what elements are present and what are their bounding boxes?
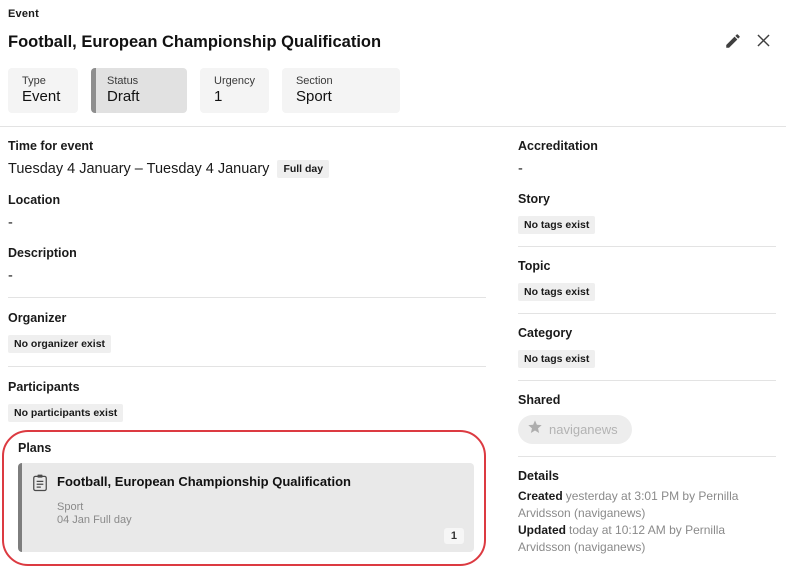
plan-card[interactable]: Football, European Championship Qualific…	[18, 463, 474, 552]
section-category: Category No tags exist	[518, 326, 776, 368]
category-label: Category	[518, 326, 776, 340]
right-column: Accreditation - Story No tags exist Topi…	[518, 139, 778, 566]
location-value: -	[8, 215, 486, 231]
description-value: -	[8, 268, 486, 284]
accreditation-value: -	[518, 161, 776, 177]
close-icon	[754, 31, 773, 53]
plan-card-date: 04 Jan Full day	[57, 514, 462, 526]
full-day-badge: Full day	[277, 160, 329, 178]
plan-count-badge: 1	[444, 528, 464, 544]
plans-label: Plans	[18, 441, 474, 455]
section-time: Time for event Tuesday 4 January – Tuesd…	[8, 139, 486, 178]
section-topic: Topic No tags exist	[518, 259, 776, 301]
section-story: Story No tags exist	[518, 192, 776, 234]
content-columns: Time for event Tuesday 4 January – Tuesd…	[8, 127, 778, 566]
shared-label: Shared	[518, 393, 776, 407]
shared-user-pill: naviganews	[518, 415, 632, 444]
created-label: Created	[518, 489, 563, 503]
time-value: Tuesday 4 January – Tuesday 4 January	[8, 161, 269, 177]
chip-label: Type	[22, 75, 64, 87]
chip-label: Section	[296, 75, 386, 87]
section-details: Details Createdyesterday at 3:01 PM by P…	[518, 469, 776, 556]
participants-label: Participants	[8, 380, 486, 394]
section-accreditation: Accreditation -	[518, 139, 776, 177]
details-label: Details	[518, 469, 776, 483]
no-organizer-badge: No organizer exist	[8, 335, 111, 353]
clipboard-list-icon	[30, 473, 50, 498]
section-description: Description -	[8, 246, 486, 284]
topic-label: Topic	[518, 259, 776, 273]
left-column: Time for event Tuesday 4 January – Tuesd…	[8, 139, 486, 566]
created-line: Createdyesterday at 3:01 PM by Pernilla …	[518, 488, 776, 522]
chip-section: Section Sport	[282, 68, 400, 113]
section-participants: Participants No participants exist	[8, 380, 486, 422]
no-tags-badge: No tags exist	[518, 283, 595, 301]
plan-card-section: Sport	[57, 501, 462, 513]
title-row: Football, European Championship Qualific…	[8, 29, 778, 55]
no-tags-badge: No tags exist	[518, 350, 595, 368]
chip-type: Type Event	[8, 68, 78, 113]
property-chips-row: Type Event Status Draft Urgency 1 Sectio…	[8, 68, 778, 113]
section-shared: Shared naviganews	[518, 393, 776, 444]
plan-card-title: Football, European Championship Qualific…	[57, 473, 351, 489]
star-icon	[527, 419, 543, 440]
chip-value: 1	[214, 88, 255, 105]
pencil-icon	[724, 32, 742, 53]
description-label: Description	[8, 246, 486, 260]
no-participants-badge: No participants exist	[8, 404, 123, 422]
updated-label: Updated	[518, 523, 566, 537]
page-title: Football, European Championship Qualific…	[8, 33, 718, 52]
chip-value: Event	[22, 88, 64, 105]
right-divider	[518, 313, 776, 314]
time-label: Time for event	[8, 139, 486, 153]
left-divider	[8, 297, 486, 298]
close-button[interactable]	[748, 29, 778, 55]
edit-button[interactable]	[718, 29, 748, 55]
right-divider	[518, 380, 776, 381]
chip-label: Status	[107, 75, 173, 87]
section-organizer: Organizer No organizer exist	[8, 311, 486, 353]
updated-line: Updatedtoday at 10:12 AM by Pernilla Arv…	[518, 522, 776, 556]
chip-label: Urgency	[214, 75, 255, 87]
content-type-kicker: Event	[8, 8, 778, 20]
story-label: Story	[518, 192, 776, 206]
accreditation-label: Accreditation	[518, 139, 776, 153]
red-circle-annotation: Plans Football, European Championship Qu…	[2, 430, 486, 566]
chip-status: Status Draft	[91, 68, 187, 113]
no-tags-badge: No tags exist	[518, 216, 595, 234]
location-label: Location	[8, 193, 486, 207]
chip-value: Draft	[107, 88, 173, 105]
section-location: Location -	[8, 193, 486, 231]
shared-user-name: naviganews	[549, 422, 618, 437]
organizer-label: Organizer	[8, 311, 486, 325]
left-divider	[8, 366, 486, 367]
event-detail-panel: Event Football, European Championship Qu…	[0, 0, 786, 566]
chip-urgency: Urgency 1	[200, 68, 269, 113]
right-divider	[518, 246, 776, 247]
right-divider	[518, 456, 776, 457]
chip-value: Sport	[296, 88, 386, 105]
